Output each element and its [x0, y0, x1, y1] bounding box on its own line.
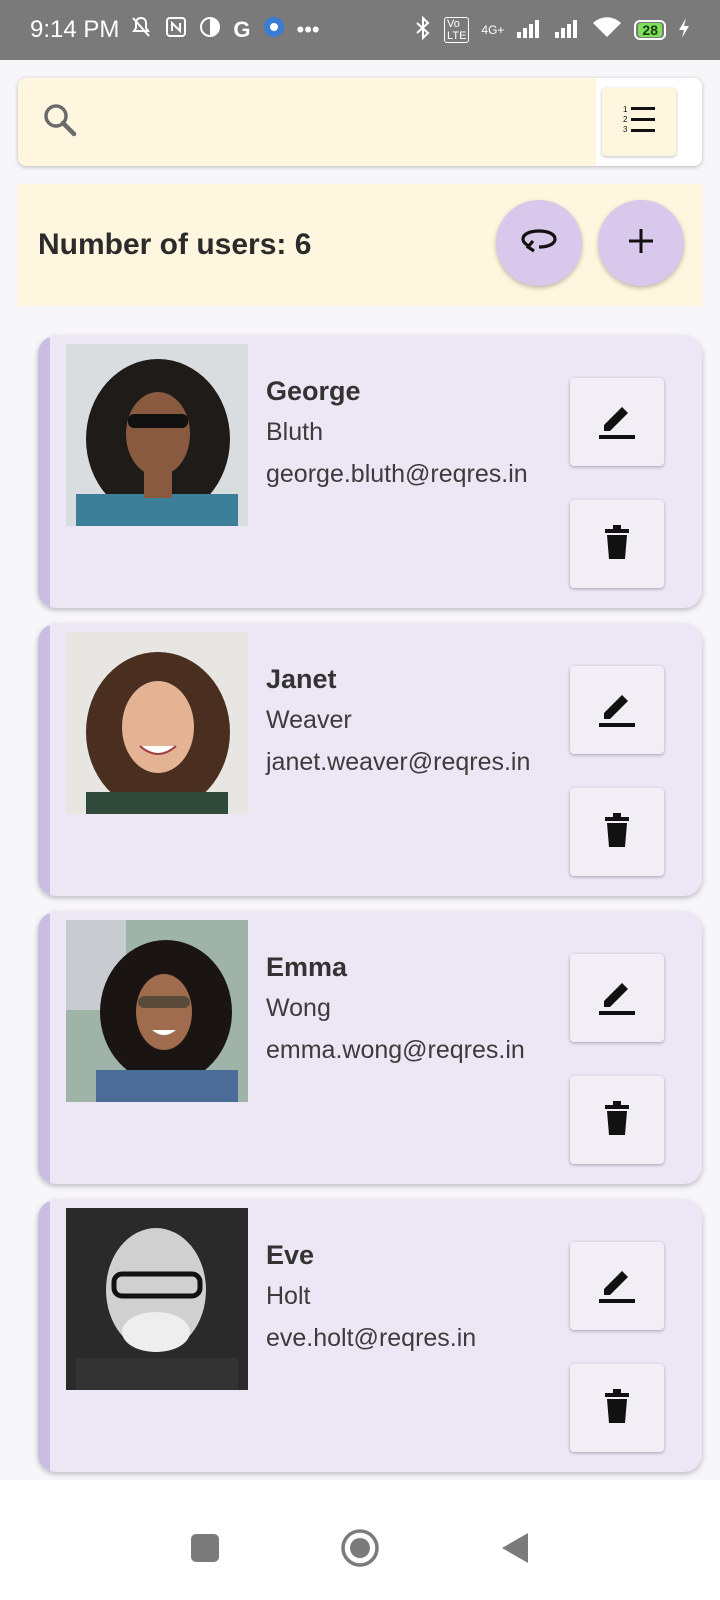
- nfc-icon: [165, 16, 187, 44]
- avatar: [66, 344, 248, 526]
- svg-text:3: 3: [623, 125, 628, 134]
- status-time: 9:14 PM: [30, 16, 120, 43]
- trash-icon: [604, 1100, 630, 1140]
- recents-button[interactable]: [190, 1533, 220, 1568]
- network-type: 4G+: [481, 23, 505, 37]
- user-last-name: Wong: [266, 994, 331, 1022]
- user-card[interactable]: Eve Holt eve.holt@reqres.in: [38, 1200, 702, 1472]
- bell-off-icon: [129, 15, 153, 45]
- avatar: [66, 1208, 248, 1390]
- edit-icon: [598, 687, 636, 734]
- status-bar: 9:14 PM G ••• Vo LTE 4G+ 28: [0, 0, 720, 60]
- user-first-name: Emma: [266, 952, 348, 982]
- user-first-name: George: [266, 376, 361, 406]
- avatar: [66, 632, 248, 814]
- search-input[interactable]: [18, 78, 596, 166]
- signal-icon: [516, 18, 542, 43]
- edit-icon: [598, 399, 636, 446]
- plus-icon: [627, 227, 655, 260]
- user-first-name: Eve: [266, 1240, 315, 1270]
- signal-icon: [554, 18, 580, 43]
- sort-button[interactable]: 1 2 3: [602, 88, 676, 156]
- battery-icon: 28: [634, 20, 666, 40]
- user-card[interactable]: Emma Wong emma.wong@reqres.in: [38, 912, 702, 1184]
- user-last-name: Bluth: [266, 418, 323, 446]
- delete-button[interactable]: [570, 788, 664, 876]
- edit-button[interactable]: [570, 378, 664, 466]
- add-user-button[interactable]: [598, 200, 684, 286]
- user-last-name: Weaver: [266, 706, 352, 734]
- wifi-icon: [592, 16, 622, 44]
- user-card[interactable]: George Bluth george.bluth@reqres.in: [38, 336, 702, 608]
- battery-level: 28: [638, 23, 662, 37]
- avatar: [66, 920, 248, 1102]
- trash-icon: [604, 1388, 630, 1428]
- users-header: Number of users: 6: [18, 184, 702, 306]
- app-icon: [199, 16, 221, 44]
- refresh-button[interactable]: [496, 200, 582, 286]
- google-icon: G: [233, 17, 251, 42]
- edit-button[interactable]: [570, 954, 664, 1042]
- user-first-name: Janet: [266, 664, 337, 694]
- charging-icon: [678, 17, 690, 44]
- trash-icon: [604, 812, 630, 852]
- user-email: janet.weaver@reqres.in: [266, 748, 531, 776]
- edit-icon: [598, 975, 636, 1022]
- home-button[interactable]: [340, 1528, 380, 1573]
- refresh-icon: [521, 228, 557, 259]
- delete-button[interactable]: [570, 500, 664, 588]
- user-last-name: Holt: [266, 1282, 311, 1310]
- numbered-list-icon: 1 2 3: [622, 104, 656, 141]
- user-email: eve.holt@reqres.in: [266, 1324, 477, 1352]
- user-list[interactable]: George Bluth george.bluth@reqres.in Jane…: [0, 306, 720, 1480]
- more-notifications-icon: •••: [296, 17, 320, 42]
- trash-icon: [604, 524, 630, 564]
- edit-button[interactable]: [570, 1242, 664, 1330]
- system-navigation-bar: [0, 1500, 720, 1600]
- search-bar: 1 2 3: [18, 78, 702, 166]
- edit-icon: [598, 1263, 636, 1310]
- delete-button[interactable]: [570, 1076, 664, 1164]
- svg-text:2: 2: [623, 115, 628, 124]
- back-button[interactable]: [500, 1531, 530, 1570]
- delete-button[interactable]: [570, 1364, 664, 1452]
- svg-text:1: 1: [623, 105, 628, 114]
- bluetooth-icon: [414, 15, 432, 45]
- app-icon: [263, 16, 285, 44]
- user-email: emma.wong@reqres.in: [266, 1036, 525, 1064]
- user-email: george.bluth@reqres.in: [266, 460, 528, 488]
- search-icon: [42, 102, 78, 143]
- user-count-label: Number of users: 6: [38, 228, 312, 261]
- user-card[interactable]: Janet Weaver janet.weaver@reqres.in: [38, 624, 702, 896]
- edit-button[interactable]: [570, 666, 664, 754]
- volte-icon: Vo LTE: [444, 17, 470, 43]
